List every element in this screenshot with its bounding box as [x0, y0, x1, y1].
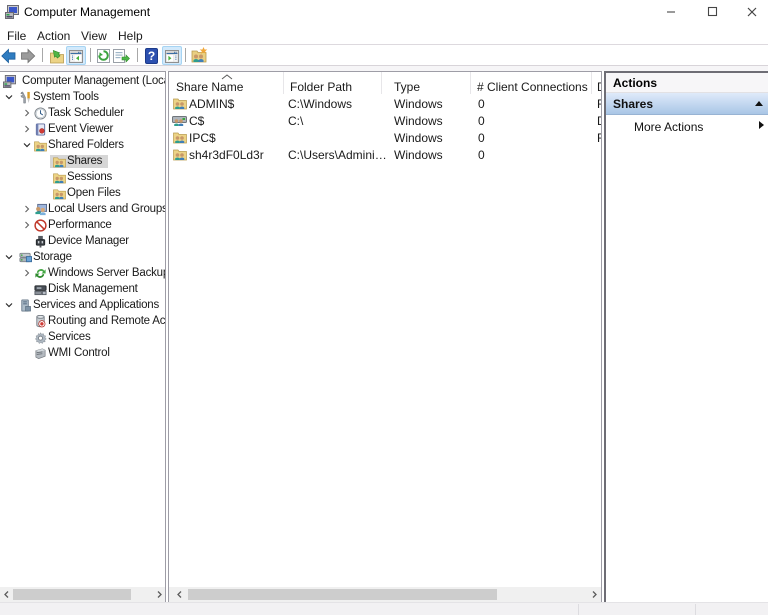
svg-text:?: ?	[148, 49, 155, 63]
